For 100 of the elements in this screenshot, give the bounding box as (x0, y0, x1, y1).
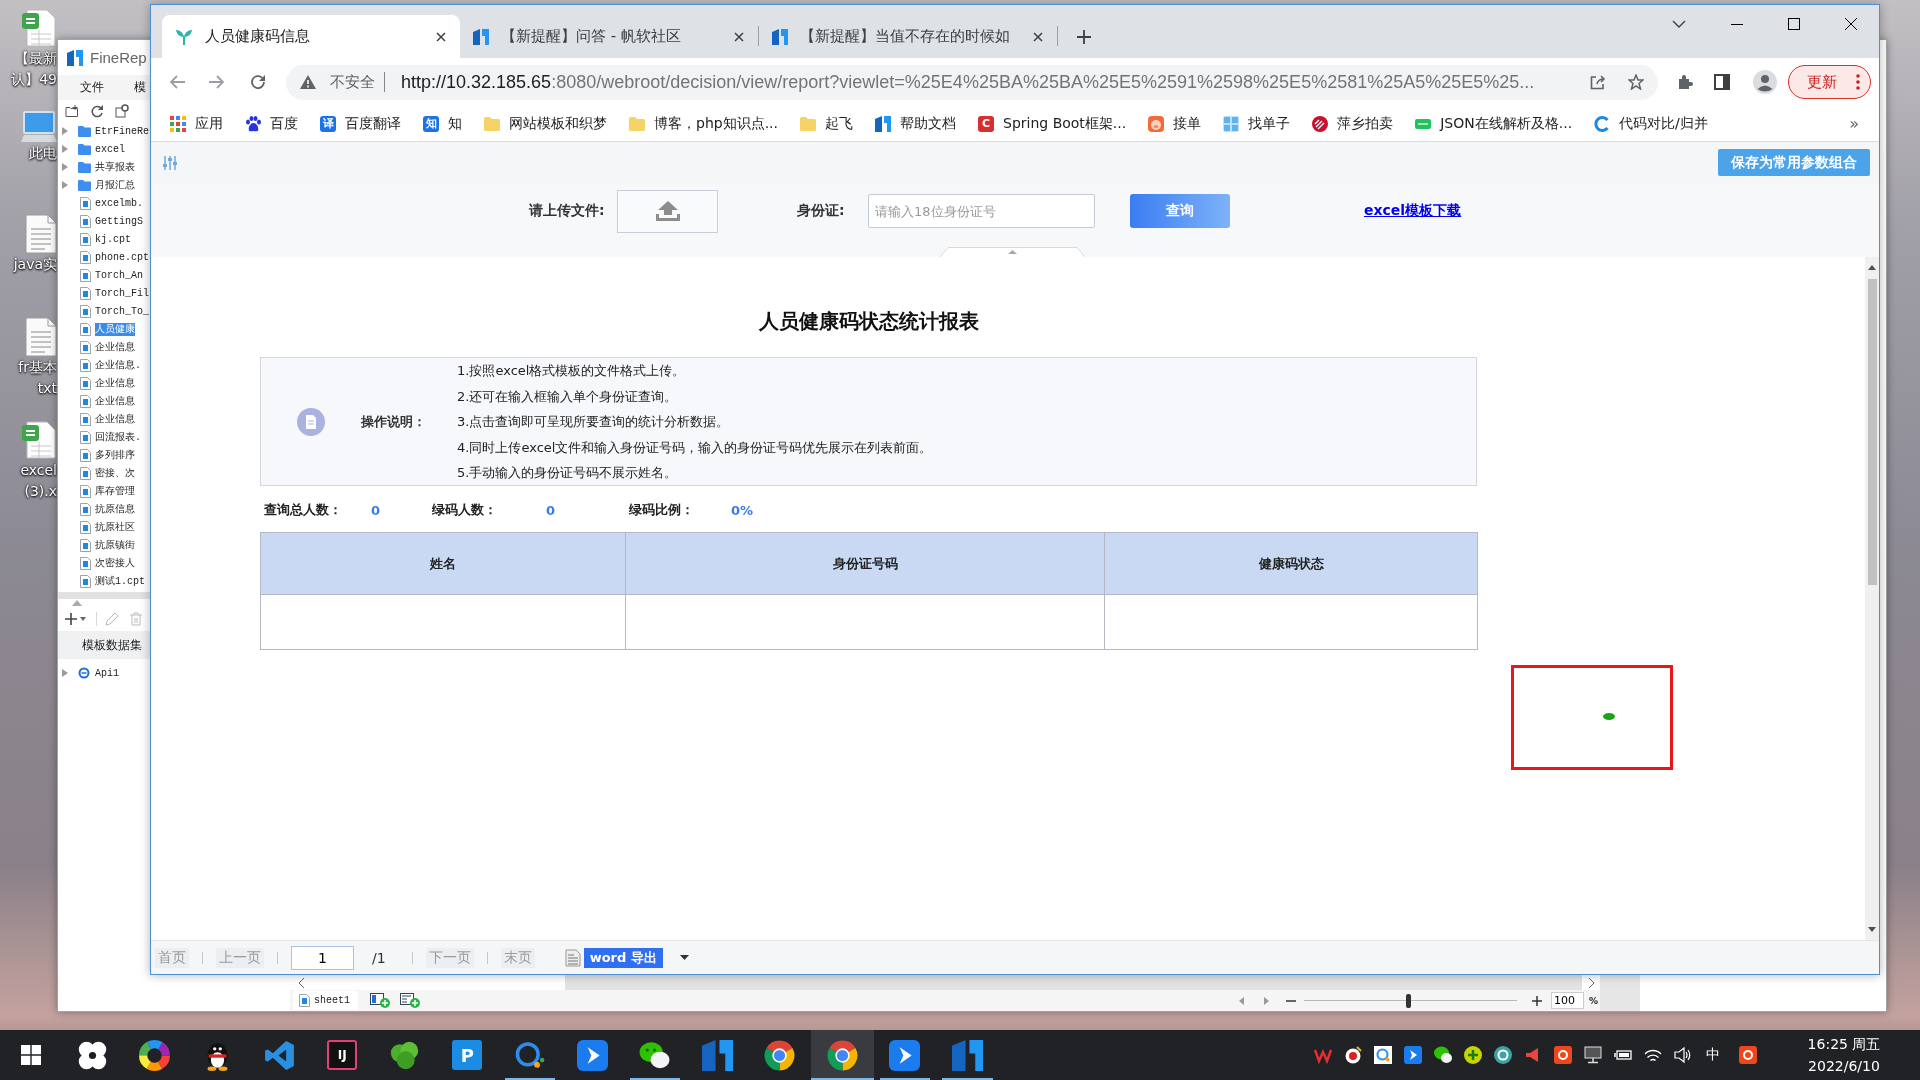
input-language[interactable]: 中 (1706, 1046, 1720, 1064)
dataset-item[interactable]: Api1 (95, 666, 119, 680)
update-button[interactable]: 更新 (1788, 65, 1871, 99)
refresh-icon[interactable] (90, 104, 104, 118)
plus-icon[interactable] (1077, 30, 1091, 44)
sliders-icon[interactable] (162, 154, 178, 171)
chat-ring-icon[interactable] (1374, 1046, 1392, 1064)
taskbar-app[interactable] (811, 1030, 874, 1080)
clock-date[interactable]: 2022/6/10 (1808, 1055, 1880, 1077)
tree-item[interactable]: 共享报表 (95, 160, 135, 174)
tree-item[interactable]: 月报汇总 (95, 178, 135, 192)
tree-item[interactable]: Torch_Fil (95, 286, 149, 300)
chevron-down-icon[interactable] (1672, 20, 1686, 28)
bookmark[interactable]: JSON在线解析及格... (1415, 114, 1573, 133)
bookmark[interactable]: 萍乡拍卖 (1312, 114, 1394, 133)
menu-item[interactable]: 文件 (80, 79, 104, 96)
bookmark[interactable]: 知 知 (423, 114, 462, 133)
scrollbar-thumb[interactable] (565, 975, 1582, 990)
ring-circle-icon[interactable] (1494, 1046, 1512, 1064)
triangle-left-icon[interactable] (1238, 996, 1244, 1005)
scroll-down-icon[interactable] (1868, 927, 1876, 932)
tree-item[interactable]: GettingS (95, 214, 143, 228)
back-arrow-icon[interactable] (169, 74, 185, 90)
avatar-icon[interactable] (1753, 70, 1777, 94)
bookmark[interactable]: 接单 (1148, 114, 1202, 133)
chat-bubbles-icon[interactable] (1434, 1046, 1452, 1064)
plus-icon[interactable] (65, 613, 77, 625)
zoom-out-icon[interactable] (1285, 999, 1296, 1002)
ring-tile-icon[interactable] (1554, 1046, 1572, 1064)
bookmark[interactable]: 起飞 (800, 114, 853, 133)
bookmark[interactable]: 帮助文档 (875, 114, 956, 133)
horizontal-scrollbar[interactable] (58, 592, 150, 599)
text-file-icon[interactable] (25, 317, 57, 357)
tree-item[interactable]: 次密接人 (95, 556, 135, 570)
add-form-icon[interactable] (400, 993, 420, 1008)
plus-circle-icon[interactable] (1464, 1046, 1482, 1064)
close-icon[interactable] (1033, 31, 1043, 42)
template-download-link[interactable]: excel模板下载 (1364, 202, 1462, 220)
tree-item[interactable]: EtrFineRe (95, 124, 149, 138)
puzzle-icon[interactable] (1677, 74, 1693, 90)
maximize-icon[interactable] (1787, 18, 1800, 30)
arrow-tile-icon[interactable] (1404, 1046, 1422, 1064)
collapse-handle[interactable] (940, 247, 1085, 257)
tree-item[interactable]: 抗原社区 (95, 520, 135, 534)
bookmark[interactable]: 百度 (245, 114, 298, 133)
tree-item[interactable]: 企业信息 (95, 394, 135, 408)
expand-arrow-icon[interactable] (62, 163, 68, 171)
text-file-icon[interactable] (25, 214, 57, 254)
zoom-field[interactable]: 100 (1550, 992, 1584, 1009)
more-bookmarks[interactable]: » (1849, 114, 1859, 133)
tree-item[interactable]: 企业信息 (95, 412, 135, 426)
zoom-in-icon[interactable] (1531, 995, 1542, 1006)
url-text[interactable]: http://10.32.185.65:8080/webroot/decision/view/report?viewlet=%25E4%25BA%25BA%25E5%2591%2598%25E5%2581%25A5%25E5%25... (401, 71, 1535, 93)
tree-item[interactable]: 企业信息. (95, 358, 141, 372)
chevron-right-icon[interactable] (1588, 977, 1595, 988)
bookmark[interactable]: 找单子 (1223, 114, 1291, 133)
triangle-right-icon[interactable] (1263, 996, 1269, 1005)
tree-item[interactable]: phone.cpt (95, 250, 149, 264)
tree-item[interactable]: 测试1.cpt (95, 574, 145, 588)
upload-button[interactable] (617, 189, 718, 233)
close-icon[interactable] (734, 31, 744, 42)
tree-item[interactable]: excel (95, 142, 125, 156)
reload-icon[interactable] (250, 74, 266, 90)
bookmark[interactable]: 应用 (170, 114, 223, 133)
volume-icon[interactable] (1674, 1046, 1692, 1064)
tree-item[interactable]: Torch_An (95, 268, 143, 282)
close-icon[interactable] (1844, 18, 1857, 30)
tree-item[interactable]: excelmb. (95, 196, 143, 210)
address-bar[interactable]: 不安全 http://10.32.185.65:8080/webroot/decision/view/report?viewlet=%25E4%25BA%25BA%25E5%2591%2598%25E5%2581%25A5%25E5%25... (286, 64, 1658, 100)
tree-item[interactable]: 库存管理 (95, 484, 135, 498)
id-number-field[interactable]: 请输入18位身份证号 (868, 194, 1095, 228)
scroll-up-icon[interactable] (1868, 265, 1876, 270)
page-field[interactable]: 1 (291, 945, 354, 970)
warning-icon[interactable] (300, 75, 316, 89)
security-label[interactable]: 不安全 (330, 72, 375, 92)
chevron-left-icon[interactable] (298, 977, 305, 988)
taskbar-app[interactable]: IJ (311, 1030, 374, 1080)
expand-arrow-icon[interactable] (62, 669, 68, 677)
spreadsheet-file-icon[interactable] (21, 420, 57, 460)
expand-arrow-icon[interactable] (62, 181, 68, 189)
spreadsheet-file-icon[interactable] (21, 8, 57, 48)
bookmark[interactable]: C Spring Boot框架... (978, 114, 1127, 133)
zoom-slider-thumb[interactable] (1405, 993, 1411, 1008)
side-panel-icon[interactable] (1714, 74, 1730, 90)
add-sheet-icon[interactable] (370, 993, 390, 1008)
browser-tab[interactable]: 【新提醒】问答 - 帆软社区 (460, 15, 758, 58)
browser-tab[interactable]: 【新提醒】当值不存在的时候如 (759, 15, 1057, 58)
close-icon[interactable] (436, 31, 446, 42)
caret-down-icon[interactable] (80, 617, 86, 621)
menu-item[interactable]: 模 (134, 79, 146, 96)
scrollbar-thumb[interactable] (1867, 279, 1877, 585)
kebab-menu-icon[interactable] (1856, 74, 1860, 90)
clock-time[interactable]: 16:25 周五 (1807, 1033, 1881, 1055)
start-icon[interactable] (20, 1045, 41, 1065)
bookmark[interactable]: 译 百度翻译 (320, 114, 401, 133)
minimize-icon[interactable] (1730, 23, 1743, 25)
bookmark[interactable]: 博客，php知识点... (629, 114, 778, 133)
star-icon[interactable] (1628, 74, 1644, 90)
tree-item[interactable]: 企业信息 (95, 376, 135, 390)
tree-item[interactable]: Torch_To_ (95, 304, 149, 318)
